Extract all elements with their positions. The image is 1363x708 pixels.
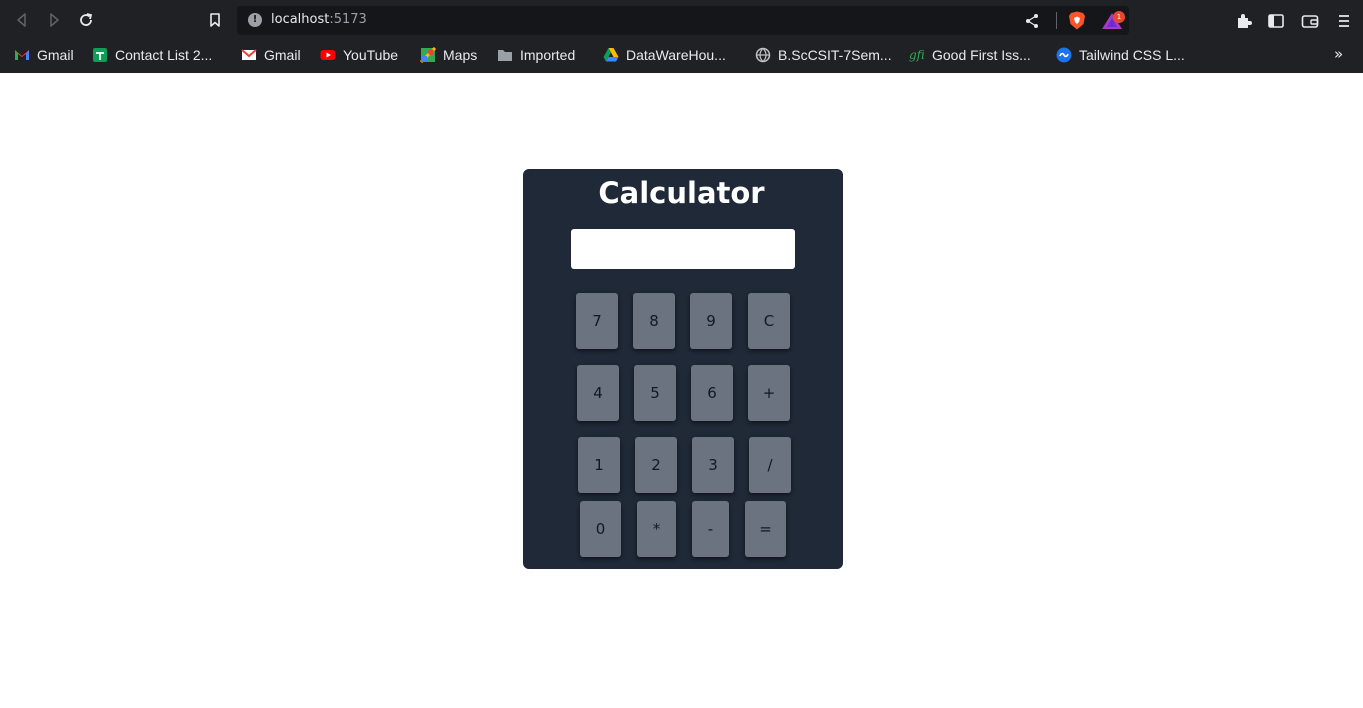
rewards-badge: 1 bbox=[1113, 11, 1125, 23]
forward-icon[interactable] bbox=[44, 10, 64, 30]
url-port: :5173 bbox=[329, 12, 367, 27]
gmail-icon bbox=[15, 50, 29, 60]
bookmark-label: DataWareHou... bbox=[626, 47, 726, 63]
browser-chrome: ! localhost:5173 1 Gmail Contact List 2.… bbox=[0, 0, 1363, 73]
key-clear[interactable]: C bbox=[748, 293, 790, 349]
key-8[interactable]: 8 bbox=[633, 293, 675, 349]
calculator-display[interactable] bbox=[571, 229, 795, 269]
maps-icon bbox=[420, 47, 436, 63]
key-plus[interactable]: + bbox=[748, 365, 790, 421]
menu-icon[interactable] bbox=[1335, 12, 1353, 30]
key-7[interactable]: 7 bbox=[576, 293, 618, 349]
bookmarks-bar: Gmail Contact List 2... Gmail YouTube Ma… bbox=[0, 40, 1363, 70]
bookmark-label: Gmail bbox=[264, 47, 301, 63]
extensions-icon[interactable] bbox=[1235, 12, 1253, 30]
key-minus[interactable]: - bbox=[692, 501, 729, 557]
drive-icon bbox=[603, 48, 619, 62]
wallet-icon[interactable] bbox=[1301, 12, 1319, 30]
brave-shields-icon[interactable] bbox=[1068, 11, 1086, 30]
bookmark-item[interactable]: Contact List 2... bbox=[92, 45, 212, 65]
bookmark-label: B.ScCSIT-7Sem... bbox=[778, 47, 892, 63]
folder-icon bbox=[498, 50, 512, 61]
key-0[interactable]: 0 bbox=[580, 501, 621, 557]
globe-icon bbox=[755, 47, 771, 63]
bookmark-item[interactable]: YouTube bbox=[320, 45, 398, 65]
bookmark-item[interactable]: Gmail bbox=[241, 45, 301, 65]
bookmark-label: Tailwind CSS L... bbox=[1079, 47, 1185, 63]
bookmark-icon[interactable] bbox=[205, 10, 225, 30]
bookmark-label: Contact List 2... bbox=[115, 47, 213, 63]
key-6[interactable]: 6 bbox=[691, 365, 733, 421]
tailwind-icon bbox=[1056, 47, 1072, 63]
bookmark-item[interactable]: B.ScCSIT-7Sem... bbox=[755, 45, 892, 65]
key-1[interactable]: 1 bbox=[578, 437, 620, 493]
key-equals[interactable]: = bbox=[745, 501, 786, 557]
gfi-icon: gfi bbox=[909, 48, 925, 62]
bookmark-item[interactable]: Tailwind CSS L... bbox=[1056, 45, 1185, 65]
sheets-icon bbox=[93, 48, 107, 62]
bookmark-label: Imported bbox=[520, 47, 576, 63]
bookmark-item[interactable]: DataWareHou... bbox=[603, 45, 726, 65]
address-bar[interactable]: ! localhost:5173 bbox=[237, 6, 1129, 35]
more-bookmarks-icon[interactable]: » bbox=[1334, 45, 1343, 63]
calculator-title: Calculator bbox=[598, 176, 765, 210]
sidebar-icon[interactable] bbox=[1267, 12, 1285, 30]
url-host: localhost bbox=[271, 12, 330, 27]
gmail-icon bbox=[241, 49, 257, 60]
key-9[interactable]: 9 bbox=[690, 293, 732, 349]
bookmark-label: Gmail bbox=[37, 47, 74, 63]
bookmark-item[interactable]: Maps bbox=[420, 45, 477, 65]
bookmark-label: Good First Iss... bbox=[932, 47, 1031, 63]
key-3[interactable]: 3 bbox=[692, 437, 734, 493]
bookmark-label: Maps bbox=[443, 47, 478, 63]
bookmark-item[interactable]: gfi Good First Iss... bbox=[909, 45, 1031, 65]
reload-icon[interactable] bbox=[76, 10, 96, 30]
url-text[interactable]: localhost:5173 bbox=[271, 12, 367, 27]
url-separator bbox=[1056, 12, 1057, 29]
bookmark-label: YouTube bbox=[343, 47, 399, 63]
share-icon[interactable] bbox=[1024, 13, 1040, 29]
key-4[interactable]: 4 bbox=[577, 365, 619, 421]
site-info-icon[interactable]: ! bbox=[248, 13, 262, 27]
youtube-icon bbox=[320, 50, 336, 60]
key-divide[interactable]: / bbox=[749, 437, 791, 493]
bookmark-item[interactable]: Gmail bbox=[14, 45, 74, 65]
bookmark-item[interactable]: Imported bbox=[497, 45, 575, 65]
browser-toolbar: ! localhost:5173 1 bbox=[0, 0, 1363, 40]
key-5[interactable]: 5 bbox=[634, 365, 676, 421]
key-multiply[interactable]: * bbox=[637, 501, 676, 557]
back-icon[interactable] bbox=[12, 10, 32, 30]
key-2[interactable]: 2 bbox=[635, 437, 677, 493]
